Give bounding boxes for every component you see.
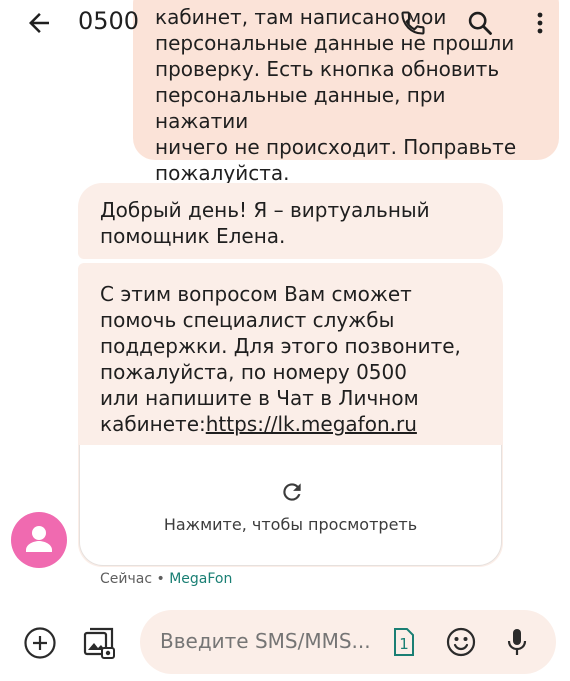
- incoming-message-bubble[interactable]: С этим вопросом Вам сможет помочь специа…: [78, 263, 503, 567]
- sim-slot-number: 1: [399, 635, 409, 653]
- meta-separator: •: [152, 571, 170, 587]
- refresh-icon: [283, 483, 301, 501]
- search-icon[interactable]: [466, 9, 494, 37]
- sender-name: MegaFon: [169, 571, 233, 587]
- emoji-icon[interactable]: [445, 626, 477, 658]
- preview-label: Нажмите, чтобы просмотреть: [163, 515, 418, 534]
- compose-bar: 1: [0, 598, 570, 681]
- message-timestamp: Сейчас: [100, 571, 153, 587]
- conversation[interactable]: кабинет, там написано мои персональные д…: [0, 0, 570, 598]
- sim-card-icon[interactable]: 1: [392, 627, 416, 657]
- message-input-pill: 1: [140, 610, 556, 674]
- add-circle-icon[interactable]: [23, 626, 57, 660]
- person-icon: [26, 526, 52, 552]
- avatar[interactable]: [11, 512, 67, 568]
- mic-icon[interactable]: [505, 626, 529, 658]
- link-preview-card[interactable]: Нажмите, чтобы просмотреть: [79, 445, 502, 566]
- conversation-title: 0500: [78, 7, 140, 35]
- phone-icon[interactable]: [399, 9, 427, 37]
- message-meta: Сейчас • MegaFon: [100, 571, 232, 587]
- top-app-bar: 0500: [0, 0, 570, 46]
- incoming-message-bubble[interactable]: Добрый день! Я – виртуальный помощник Ел…: [78, 183, 503, 259]
- incoming-message-text: Добрый день! Я – виртуальный помощник Ел…: [100, 198, 430, 248]
- message-link[interactable]: https://lk.megafon.ru: [206, 412, 417, 436]
- arrow-back-icon[interactable]: [24, 8, 54, 38]
- message-input[interactable]: [160, 629, 380, 653]
- incoming-message-text: С этим вопросом Вам сможет помочь специа…: [78, 263, 503, 445]
- gallery-icon[interactable]: [82, 626, 116, 660]
- more-vert-icon[interactable]: [528, 9, 552, 37]
